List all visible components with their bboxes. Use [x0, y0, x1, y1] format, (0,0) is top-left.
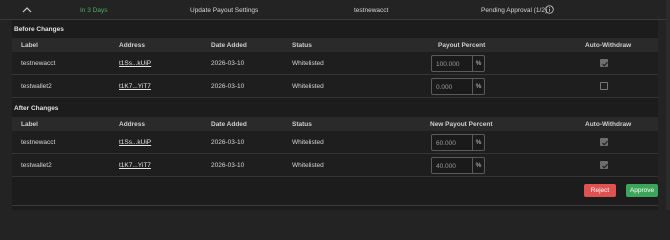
action-text: Update Payout Settings — [190, 7, 259, 14]
row-date: 2026-03-10 — [211, 139, 245, 146]
after-section-title: After Changes — [14, 105, 59, 112]
col-new-payout-percent: New Payout Percent — [430, 121, 493, 128]
approval-summary-row: In 3 Days Update Payout Settings testnew… — [0, 0, 670, 20]
chevron-up-icon[interactable] — [22, 6, 32, 14]
col-date-added: Date Added — [211, 121, 247, 128]
col-status: Status — [292, 42, 312, 49]
info-icon[interactable] — [545, 5, 554, 14]
status-text: Pending Approval (1/2) — [481, 7, 548, 14]
col-date-added: Date Added — [211, 42, 247, 49]
row-status: Whitelisted — [292, 60, 324, 67]
new-payout-percent-field: % — [431, 157, 485, 174]
payout-percent-input[interactable] — [436, 59, 470, 69]
address-link[interactable]: t1K7...YiT7 — [119, 162, 151, 169]
row-status: Whitelisted — [292, 162, 324, 169]
payout-percent-field: % — [431, 78, 485, 95]
row-label: testnewacct — [21, 60, 56, 67]
col-auto-withdraw: Auto-Withdraw — [585, 42, 632, 49]
new-payout-percent-field: % — [431, 134, 485, 151]
auto-withdraw-checkbox[interactable] — [600, 82, 608, 90]
auto-withdraw-checkbox[interactable] — [600, 161, 608, 169]
row-date: 2026-03-10 — [211, 83, 245, 90]
col-label: Label — [21, 42, 38, 49]
table-row: testnewacct t1Ss...kUiP 2026-03-10 White… — [12, 131, 658, 154]
row-label: testwallet2 — [21, 83, 52, 90]
reject-button[interactable]: Reject — [584, 184, 616, 197]
auto-withdraw-checkbox[interactable] — [600, 59, 608, 67]
percent-unit: % — [472, 158, 484, 173]
table-row: testnewacct t1Ss...kUiP 2026-03-10 White… — [12, 52, 658, 75]
account-text: testnewacct — [354, 7, 389, 14]
new-payout-percent-input[interactable] — [436, 138, 470, 148]
row-status: Whitelisted — [292, 139, 324, 146]
auto-withdraw-checkbox[interactable] — [600, 138, 608, 146]
address-link[interactable]: t1Ss...kUiP — [119, 139, 151, 146]
payout-percent-input[interactable] — [436, 82, 470, 92]
row-label: testnewacct — [21, 139, 56, 146]
scrollbar[interactable] — [666, 0, 670, 210]
table-row: testwallet2 t1K7...YiT7 2026-03-10 White… — [12, 154, 658, 177]
address-link[interactable]: t1K7...YiT7 — [119, 83, 151, 90]
row-status: Whitelisted — [292, 83, 324, 90]
timing-text: In 3 Days — [80, 7, 108, 14]
payout-percent-field: % — [431, 55, 485, 72]
check-icon — [602, 140, 608, 146]
col-payout-percent: Payout Percent — [438, 42, 486, 49]
percent-unit: % — [472, 135, 484, 150]
row-label: testwallet2 — [21, 162, 52, 169]
col-address: Address — [119, 121, 146, 128]
new-payout-percent-input[interactable] — [436, 161, 470, 171]
check-icon — [602, 61, 608, 67]
percent-unit: % — [472, 56, 484, 71]
address-link[interactable]: t1Ss...kUiP — [119, 60, 151, 67]
approval-detail-panel: Before Changes Label Address Date Added … — [12, 20, 658, 210]
after-table-header: Label Address Date Added Status New Payo… — [12, 117, 658, 131]
col-auto-withdraw: Auto-Withdraw — [585, 121, 632, 128]
check-icon — [602, 163, 608, 169]
approve-button[interactable]: Approve — [626, 184, 658, 197]
table-row: testwallet2 t1K7...YiT7 2026-03-10 White… — [12, 75, 658, 98]
divider — [12, 205, 658, 206]
percent-unit: % — [472, 79, 484, 94]
col-label: Label — [21, 121, 38, 128]
row-date: 2026-03-10 — [211, 60, 245, 67]
before-table-header: Label Address Date Added Status Payout P… — [12, 38, 658, 52]
row-date: 2026-03-10 — [211, 162, 245, 169]
before-section-title: Before Changes — [14, 26, 64, 33]
col-status: Status — [292, 121, 312, 128]
col-address: Address — [119, 42, 146, 49]
